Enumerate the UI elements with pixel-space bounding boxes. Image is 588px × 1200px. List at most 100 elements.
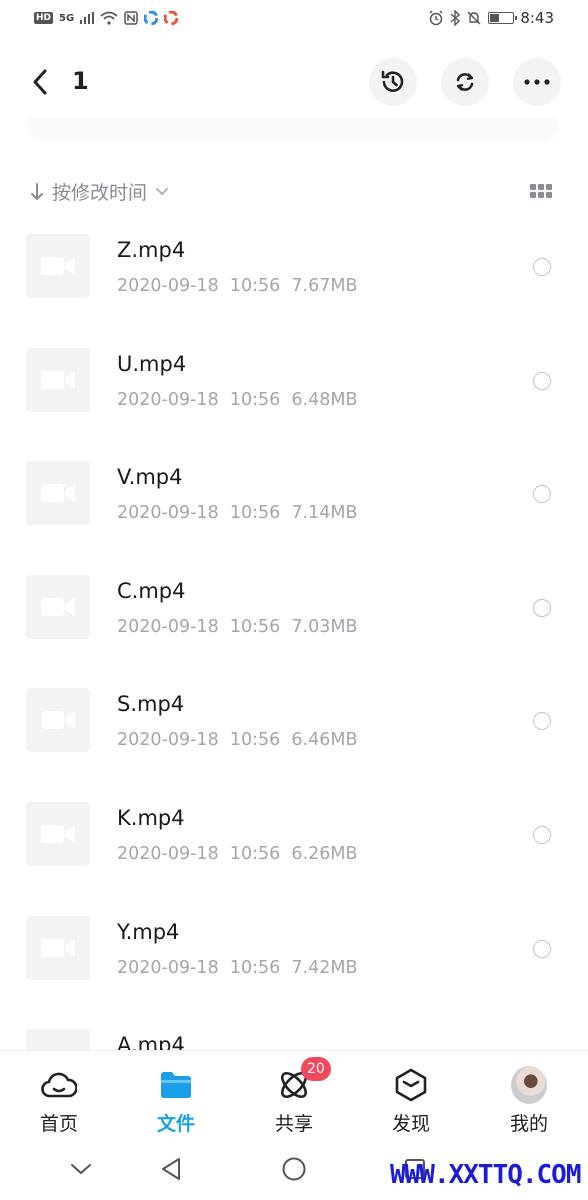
app-notification-icon bbox=[144, 11, 159, 25]
history-icon bbox=[381, 70, 404, 92]
file-date: 2020-09-18 bbox=[117, 843, 219, 864]
select-checkbox[interactable] bbox=[533, 712, 551, 731]
grid-icon-cell bbox=[538, 184, 544, 190]
network-indicator: 5G bbox=[59, 12, 75, 24]
bluetooth-icon bbox=[450, 10, 461, 26]
grid-icon-cell bbox=[530, 192, 536, 198]
sync-button[interactable] bbox=[441, 58, 489, 106]
signal-icon bbox=[80, 12, 95, 24]
sort-button[interactable]: 按修改时间 bbox=[30, 178, 169, 205]
file-meta: 2020-09-18 10:56 7.42MB bbox=[117, 958, 358, 978]
file-size: 6.26MB bbox=[291, 843, 358, 864]
nav-share-label: 共享 bbox=[274, 1113, 313, 1135]
file-time: 10:56 bbox=[229, 843, 281, 864]
file-date: 2020-09-18 bbox=[117, 730, 219, 751]
triangle-back-icon bbox=[162, 1158, 180, 1180]
file-row[interactable]: U.mp4 2020-09-18 10:56 6.48MB bbox=[0, 334, 588, 448]
file-name: U.mp4 bbox=[117, 351, 187, 376]
hd-badge: HD bbox=[34, 12, 54, 24]
file-name: Z.mp4 bbox=[117, 238, 186, 262]
file-name: Y.mp4 bbox=[117, 919, 180, 944]
select-checkbox[interactable] bbox=[533, 485, 551, 504]
file-size: 7.42MB bbox=[291, 957, 358, 978]
file-row[interactable]: V.mp4 2020-09-18 10:56 7.14MB bbox=[0, 447, 588, 561]
chevron-down-icon bbox=[156, 187, 169, 195]
file-meta: 2020-09-18 10:56 7.67MB bbox=[117, 276, 358, 296]
select-checkbox[interactable] bbox=[533, 939, 551, 958]
history-button[interactable] bbox=[369, 58, 417, 106]
file-date: 2020-09-18 bbox=[117, 503, 219, 524]
more-icon bbox=[524, 79, 550, 85]
select-checkbox[interactable] bbox=[533, 371, 551, 390]
nav-files[interactable]: 文件 bbox=[117, 1051, 235, 1141]
nfc-icon bbox=[124, 11, 138, 25]
cloud-icon bbox=[41, 1067, 77, 1103]
video-thumbnail-icon bbox=[26, 688, 90, 753]
select-checkbox[interactable] bbox=[533, 258, 551, 276]
nav-home[interactable]: 首页 bbox=[0, 1051, 118, 1141]
more-button[interactable] bbox=[513, 58, 561, 106]
file-meta: 2020-09-18 10:56 7.03MB bbox=[117, 617, 358, 637]
file-size: 7.03MB bbox=[291, 616, 358, 637]
file-time: 10:56 bbox=[229, 389, 281, 410]
file-time: 10:56 bbox=[229, 957, 281, 978]
nav-me[interactable]: 我的 bbox=[470, 1051, 588, 1141]
grid-icon-cell bbox=[530, 184, 536, 190]
nav-me-label: 我的 bbox=[509, 1113, 548, 1135]
back-arrow-icon bbox=[33, 69, 47, 95]
video-thumbnail-icon bbox=[26, 461, 90, 526]
grid-view-button[interactable] bbox=[530, 184, 552, 200]
file-row[interactable]: Y.mp4 2020-09-18 10:56 7.42MB bbox=[0, 902, 588, 1016]
file-row[interactable]: K.mp4 2020-09-18 10:56 6.26MB bbox=[0, 788, 588, 902]
circle-home-icon bbox=[282, 1157, 306, 1181]
search-area bbox=[28, 118, 558, 138]
nav-files-label: 文件 bbox=[156, 1113, 195, 1135]
file-row[interactable]: C.mp4 2020-09-18 10:56 7.03MB bbox=[0, 561, 588, 675]
back-button[interactable] bbox=[26, 64, 54, 100]
file-name: K.mp4 bbox=[117, 805, 185, 830]
select-checkbox[interactable] bbox=[533, 598, 551, 617]
app-notification-icon-2 bbox=[164, 11, 179, 25]
back-nav-button[interactable] bbox=[156, 1154, 186, 1184]
file-meta: 2020-09-18 10:56 6.26MB bbox=[117, 844, 358, 864]
file-meta: 2020-09-18 10:56 7.14MB bbox=[117, 503, 358, 523]
file-size: 7.67MB bbox=[291, 276, 358, 296]
file-date: 2020-09-18 bbox=[117, 957, 219, 978]
hide-nav-button[interactable] bbox=[66, 1154, 96, 1184]
nav-discover[interactable]: 发现 bbox=[352, 1051, 470, 1141]
file-name: V.mp4 bbox=[117, 465, 183, 490]
file-size: 6.46MB bbox=[291, 730, 358, 751]
file-name: A.mp4 bbox=[117, 1033, 185, 1050]
file-row[interactable]: A.mp4 bbox=[0, 1015, 588, 1050]
video-thumbnail-icon bbox=[26, 915, 90, 980]
nav-discover-label: 发现 bbox=[391, 1113, 430, 1135]
sort-label: 按修改时间 bbox=[52, 182, 148, 204]
file-row[interactable]: S.mp4 2020-09-18 10:56 6.46MB bbox=[0, 674, 588, 788]
file-meta: 2020-09-18 10:56 6.46MB bbox=[117, 730, 358, 750]
folder-icon bbox=[158, 1067, 194, 1103]
file-meta: 2020-09-18 10:56 6.48MB bbox=[117, 390, 358, 410]
nav-share[interactable]: 20 共享 bbox=[235, 1051, 353, 1141]
alarm-icon bbox=[429, 10, 443, 26]
video-thumbnail-icon bbox=[26, 1029, 90, 1050]
sort-bar: 按修改时间 bbox=[0, 172, 588, 212]
sync-icon bbox=[456, 73, 474, 91]
video-thumbnail-icon bbox=[26, 347, 90, 412]
file-row[interactable]: Z.mp4 2020-09-18 10:56 7.67MB bbox=[0, 220, 588, 334]
home-nav-button[interactable] bbox=[279, 1154, 309, 1184]
battery-icon bbox=[488, 12, 518, 24]
file-name: S.mp4 bbox=[117, 692, 185, 717]
select-checkbox[interactable] bbox=[533, 825, 551, 844]
mute-icon bbox=[467, 11, 481, 25]
status-bar: HD 5G 8:43 bbox=[0, 0, 588, 36]
file-date: 2020-09-18 bbox=[117, 389, 219, 410]
file-list: Z.mp4 2020-09-18 10:56 7.67MB U.mp4 2020-09… bbox=[0, 220, 588, 1050]
video-thumbnail-icon bbox=[26, 234, 90, 298]
file-date: 2020-09-18 bbox=[117, 616, 219, 637]
page-title: 1 bbox=[72, 67, 89, 95]
file-time: 10:56 bbox=[229, 730, 281, 751]
sort-arrow-icon bbox=[31, 182, 43, 200]
status-right: 8:43 bbox=[428, 9, 554, 27]
nav-home-label: 首页 bbox=[39, 1113, 78, 1135]
grid-icon-cell bbox=[538, 192, 544, 198]
